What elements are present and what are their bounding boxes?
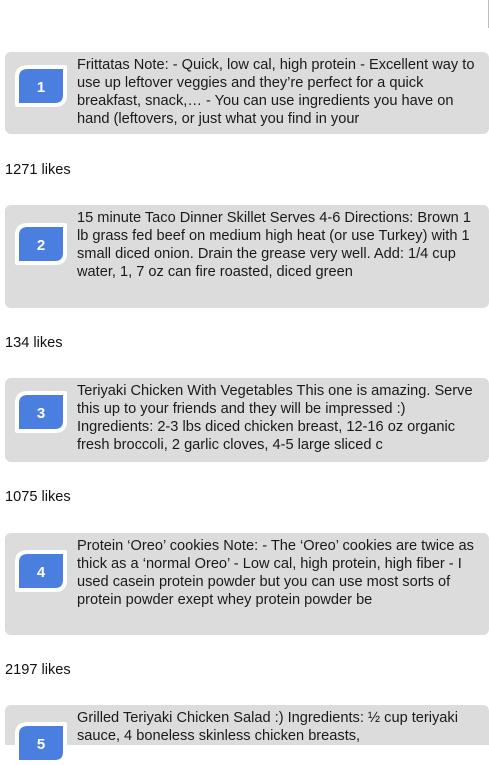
badge-number: 2 <box>37 237 45 254</box>
recipe-card[interactable]: 5 Grilled Teriyaki Chicken Salad :) Ingr… <box>5 705 489 764</box>
number-badge-icon: 1 <box>14 64 68 108</box>
number-badge-icon: 4 <box>14 549 68 593</box>
badge-number: 3 <box>37 405 45 422</box>
number-badge-icon: 3 <box>14 390 68 434</box>
recipe-text: Frittatas Note: - Quick, low cal, high p… <box>77 57 475 127</box>
recipe-card[interactable]: 4 Protein ‘Oreo’ cookies Note: - The ‘Or… <box>5 533 489 635</box>
recipe-text: 15 minute Taco Dinner Skillet Serves 4-6… <box>77 210 471 280</box>
recipe-text: Grilled Teriyaki Chicken Salad :) Ingred… <box>77 710 458 744</box>
badge-number: 1 <box>37 79 45 96</box>
badge-number: 4 <box>37 564 46 581</box>
number-badge-icon: 5 <box>14 721 68 765</box>
recipe-text: Protein ‘Oreo’ cookies Note: - The ‘Oreo… <box>77 538 474 608</box>
likes-count: 1075 likes <box>5 489 71 505</box>
recipe-card[interactable]: 1 Frittatas Note: - Quick, low cal, high… <box>5 52 489 134</box>
likes-count: 1271 likes <box>5 162 71 178</box>
recipe-card[interactable]: 2 15 minute Taco Dinner Skillet Serves 4… <box>5 205 489 308</box>
recipe-card[interactable]: 3 Teriyaki Chicken With Vegetables This … <box>5 378 489 462</box>
number-badge-icon: 2 <box>14 222 68 266</box>
recipe-text: Teriyaki Chicken With Vegetables This on… <box>77 383 473 453</box>
likes-count: 134 likes <box>5 335 63 351</box>
likes-count: 2197 likes <box>5 662 71 678</box>
